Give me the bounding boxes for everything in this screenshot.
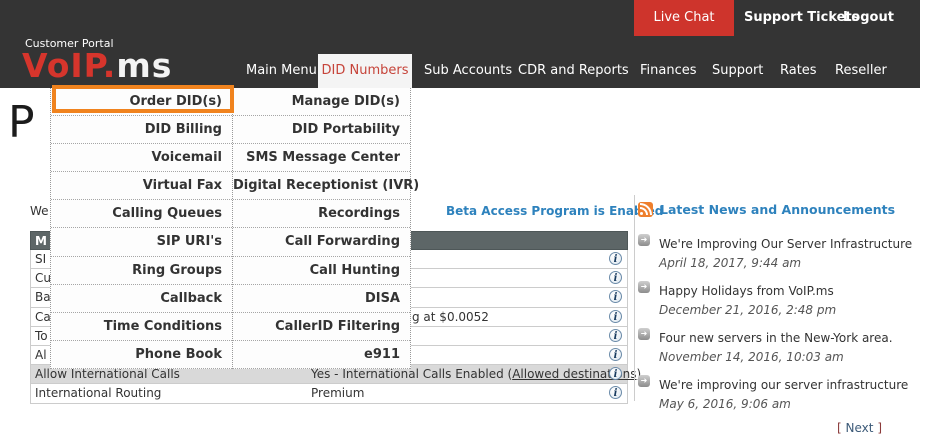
- menu-item-call-forwarding[interactable]: Call Forwarding: [233, 228, 410, 256]
- site-header: Live Chat Support Tickets Logout Custome…: [0, 0, 920, 88]
- news-panel: Latest News and Announcements ➜ We're Im…: [634, 195, 926, 401]
- menu-item-virtual-fax[interactable]: Virtual Fax: [51, 172, 232, 200]
- menu-item-callerid-filtering[interactable]: CallerID Filtering: [233, 313, 410, 341]
- nav-item-did-numbers[interactable]: DID Numbers: [318, 54, 412, 88]
- info-icon[interactable]: i: [609, 290, 622, 303]
- row-label: Ba: [35, 290, 51, 304]
- news-item-date: November 14, 2016, 10:03 am: [659, 350, 844, 364]
- news-next-link[interactable]: [ Next ]: [638, 421, 926, 435]
- menu-item-manage-dids[interactable]: Manage DID(s): [233, 88, 410, 116]
- news-item-date: December 21, 2016, 2:48 pm: [659, 303, 836, 317]
- news-item: ➜ Happy Holidays from VoIP.ms December 2…: [638, 280, 926, 318]
- menu-item-digital-receptionist-ivr[interactable]: Digital Receptionist (IVR): [233, 172, 410, 200]
- menu-item-calling-queues[interactable]: Calling Queues: [51, 200, 232, 228]
- arrow-icon[interactable]: ➜: [638, 234, 650, 246]
- nav-item-support[interactable]: Support: [712, 54, 763, 88]
- row-value: Yes - International Calls Enabled (Allow…: [311, 367, 641, 381]
- next-label: Next: [846, 421, 874, 435]
- bracket: [: [837, 421, 846, 435]
- did-numbers-dropdown-menu: Order DID(s) DID Billing Voicemail Virtu…: [50, 88, 411, 369]
- info-icon[interactable]: i: [609, 348, 622, 361]
- menu-item-voicemail[interactable]: Voicemail: [51, 144, 232, 172]
- beta-access-banner[interactable]: Beta Access Program is Enabled: [446, 204, 663, 218]
- live-chat-button[interactable]: Live Chat: [634, 0, 734, 36]
- arrow-icon[interactable]: ➜: [638, 281, 650, 293]
- menu-item-time-conditions[interactable]: Time Conditions: [51, 313, 232, 341]
- info-icon[interactable]: i: [609, 386, 622, 399]
- row-label: Allow International Calls: [35, 367, 180, 381]
- news-item: ➜ We're improving our server infrastruct…: [638, 374, 926, 412]
- welcome-text-partial: We: [30, 204, 49, 218]
- news-item: ➜ Four new servers in the New-York area.…: [638, 327, 926, 365]
- nav-item-reseller[interactable]: Reseller: [835, 54, 887, 88]
- row-label: Ca: [35, 310, 51, 324]
- menu-item-e911[interactable]: e911: [233, 341, 410, 369]
- dropdown-left-column: Order DID(s) DID Billing Voicemail Virtu…: [51, 88, 233, 369]
- info-icon[interactable]: i: [609, 271, 622, 284]
- rss-icon: [638, 202, 653, 217]
- row-label: Cu: [35, 271, 51, 285]
- news-item-title[interactable]: Four new servers in the New-York area.: [659, 331, 893, 345]
- news-item-title[interactable]: We're improving our server infrastructur…: [659, 378, 908, 392]
- menu-item-phone-book[interactable]: Phone Book: [51, 341, 232, 369]
- news-item-date: May 6, 2016, 9:06 am: [659, 397, 791, 411]
- logo-text-red: VoIP.: [22, 46, 116, 85]
- arrow-icon[interactable]: ➜: [638, 328, 650, 340]
- info-icon[interactable]: i: [609, 329, 622, 342]
- nav-item-cdr-and-reports[interactable]: CDR and Reports: [518, 54, 629, 88]
- menu-item-order-dids[interactable]: Order DID(s): [51, 88, 232, 116]
- news-item-date: April 18, 2017, 9:44 am: [659, 256, 801, 270]
- row-value: Premium: [311, 386, 364, 400]
- info-icon[interactable]: i: [609, 310, 622, 323]
- row-value-partial: g at $0.0052: [412, 310, 489, 324]
- row-label: Al: [35, 348, 47, 362]
- menu-item-disa[interactable]: DISA: [233, 285, 410, 313]
- menu-item-ring-groups[interactable]: Ring Groups: [51, 257, 232, 285]
- news-item: ➜ We're Improving Our Server Infrastruct…: [638, 233, 926, 271]
- nav-item-main-menu[interactable]: Main Menu: [246, 54, 317, 88]
- menu-item-sip-uris[interactable]: SIP URI's: [51, 228, 232, 256]
- dropdown-right-column: Manage DID(s) DID Portability SMS Messag…: [233, 88, 410, 369]
- logo-text-white: ms: [116, 46, 172, 85]
- nav-item-sub-accounts[interactable]: Sub Accounts: [424, 54, 512, 88]
- menu-item-did-portability[interactable]: DID Portability: [233, 116, 410, 144]
- news-panel-title: Latest News and Announcements: [660, 202, 895, 217]
- menu-item-sms-message-center[interactable]: SMS Message Center: [233, 144, 410, 172]
- row-label: To: [35, 329, 48, 343]
- menu-item-did-billing[interactable]: DID Billing: [51, 116, 232, 144]
- logout-link[interactable]: Logout: [843, 0, 894, 36]
- row-label: International Routing: [35, 386, 161, 400]
- page-title-partial: P: [8, 97, 35, 148]
- value-prefix: Yes - International Calls Enabled (: [311, 367, 512, 381]
- menu-item-recordings[interactable]: Recordings: [233, 200, 410, 228]
- news-item-title[interactable]: We're Improving Our Server Infrastructur…: [659, 237, 912, 251]
- row-label: SI: [35, 252, 46, 266]
- nav-item-finances[interactable]: Finances: [640, 54, 697, 88]
- info-icon[interactable]: i: [609, 252, 622, 265]
- menu-item-call-hunting[interactable]: Call Hunting: [233, 257, 410, 285]
- voipms-logo[interactable]: VoIP.ms: [22, 46, 172, 85]
- news-item-title[interactable]: Happy Holidays from VoIP.ms: [659, 284, 834, 298]
- bracket: ]: [874, 421, 883, 435]
- menu-item-callback[interactable]: Callback: [51, 285, 232, 313]
- nav-item-rates[interactable]: Rates: [780, 54, 817, 88]
- arrow-icon[interactable]: ➜: [638, 375, 650, 387]
